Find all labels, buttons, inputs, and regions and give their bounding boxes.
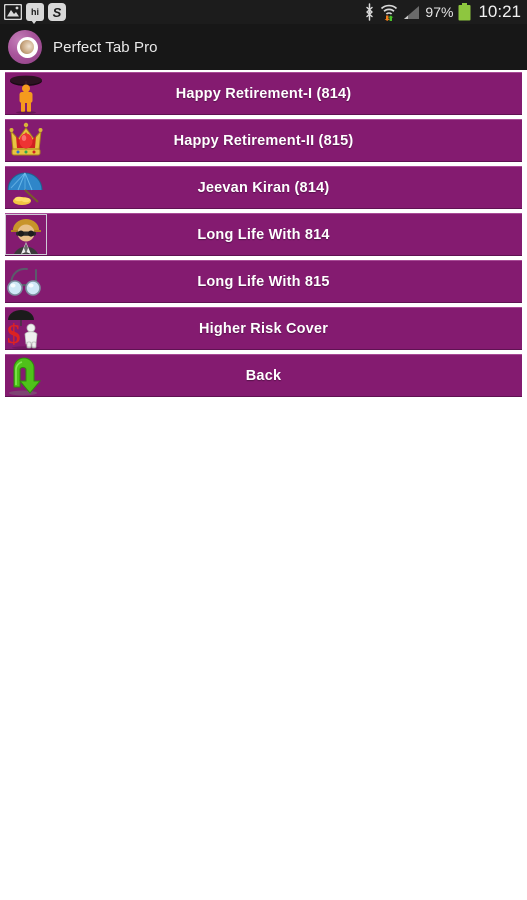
perfect-tab-pro-logo-icon[interactable] (8, 30, 42, 64)
logo-core (20, 40, 34, 54)
app-title: Perfect Tab Pro (53, 38, 158, 56)
svg-text:$: $ (7, 319, 21, 349)
man-in-suit-icon (5, 214, 47, 255)
logo-ring (16, 36, 38, 58)
crown-icon (5, 120, 47, 161)
dollar-umbrella-person-icon: $ (5, 308, 47, 350)
menu-list: Happy Retirement-I (814) Happy Retiremen… (0, 70, 527, 397)
list-item-back[interactable]: Back (5, 354, 522, 397)
list-item-long-life-with-814[interactable]: Long Life With 814 (5, 213, 522, 256)
bluetooth-icon (364, 3, 375, 21)
list-item-label: Long Life With 814 (197, 226, 330, 243)
list-item-long-life-with-815[interactable]: Long Life With 815 (5, 260, 522, 303)
hi-notification-label: hi (31, 7, 39, 17)
status-bar-left-icons: hi S (4, 3, 66, 24)
status-bar-right-icons: 97% 10:21 (364, 2, 521, 22)
wifi-icon (380, 3, 398, 21)
blue-umbrella-coins-icon (5, 167, 47, 208)
status-bar[interactable]: hi S 97% 10:21 (0, 0, 527, 24)
person-under-umbrella-icon (5, 73, 47, 114)
status-bar-clock: 10:21 (478, 2, 521, 21)
list-item-label: Higher Risk Cover (198, 320, 329, 337)
list-item-label: Happy Retirement-II (815) (173, 132, 354, 149)
battery-percent-label: 97% (425, 4, 454, 20)
list-item-label: Back (245, 367, 282, 384)
list-item-higher-risk-cover[interactable]: $ Higher Risk Cover (5, 307, 522, 350)
eyeglasses-icon (5, 261, 47, 302)
green-back-arrow-icon (5, 355, 47, 396)
list-item-label: Happy Retirement-I (814) (175, 85, 352, 102)
swirl-app-label: S (52, 4, 62, 20)
swirl-app-icon: S (48, 3, 66, 21)
app-bar: Perfect Tab Pro (0, 24, 527, 70)
hi-notification-icon: hi (26, 3, 44, 24)
battery-full-icon (458, 3, 471, 21)
list-item-happy-retirement-i[interactable]: Happy Retirement-I (814) (5, 72, 522, 115)
list-item-jeevan-kiran[interactable]: Jeevan Kiran (814) (5, 166, 522, 209)
list-item-happy-retirement-ii[interactable]: Happy Retirement-II (815) (5, 119, 522, 162)
list-item-label: Jeevan Kiran (814) (197, 179, 330, 196)
gallery-image-icon (4, 4, 22, 20)
cellular-signal-icon (403, 5, 420, 20)
list-item-label: Long Life With 815 (197, 273, 330, 290)
